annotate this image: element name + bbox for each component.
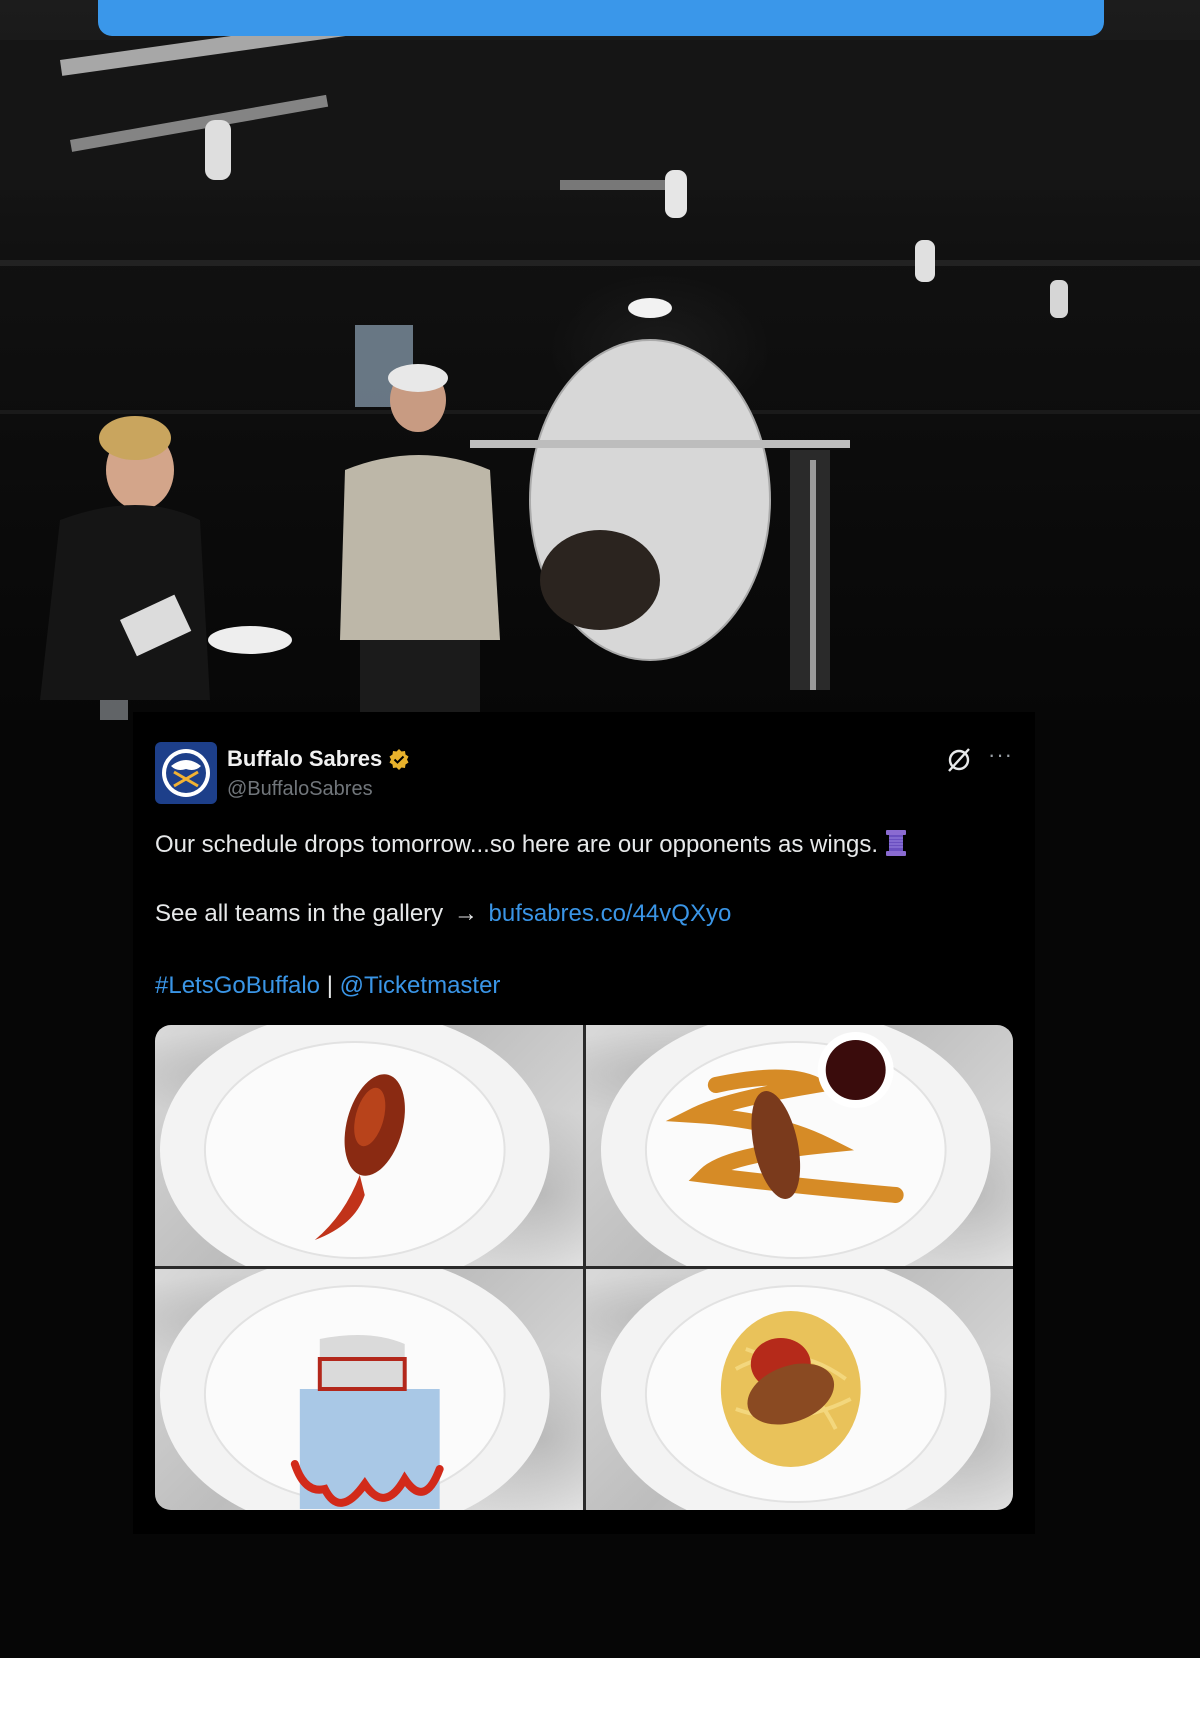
wing-on-spaghetti-plate-icon <box>600 1269 990 1510</box>
wing-bbq-glaze-plate-icon <box>160 1025 550 1266</box>
grok-icon[interactable] <box>945 746 973 774</box>
wing-with-sauce-dip-plate-icon <box>600 1025 990 1266</box>
handle[interactable]: @BuffaloSabres <box>227 778 373 801</box>
top-blue-banner <box>98 0 1104 36</box>
media-gallery <box>155 1025 1013 1510</box>
studio-scene-image <box>0 1 1200 720</box>
hashtag-link[interactable]: #LetsGoBuffalo <box>155 972 320 999</box>
right-arrow-icon: → <box>453 900 478 927</box>
gallery-prompt-text: See all teams in the gallery <box>155 900 444 927</box>
media-image-4[interactable] <box>585 1269 1013 1510</box>
verified-badge-icon <box>389 749 409 770</box>
separator: | <box>326 972 333 999</box>
media-image-3[interactable] <box>155 1269 583 1510</box>
thread-spool-emoji-icon <box>886 830 907 856</box>
media-image-1[interactable] <box>155 1025 583 1266</box>
tweet-text-line2: See all teams in the gallery → bufsabres… <box>155 900 731 928</box>
video-frame: Buffalo Sabres @BuffaloSabres ··· Our sc… <box>0 0 1200 1658</box>
tweet-card[interactable]: Buffalo Sabres @BuffaloSabres ··· Our sc… <box>133 712 1035 1534</box>
tweet-text-line3: #LetsGoBuffalo | @Ticketmaster <box>155 972 500 1000</box>
mention-link[interactable]: @Ticketmaster <box>340 972 501 999</box>
display-name-text[interactable]: Buffalo Sabres <box>227 746 382 772</box>
media-image-2[interactable] <box>585 1025 1013 1266</box>
more-options-icon[interactable]: ··· <box>988 742 1013 768</box>
ice-rink-net-plate-icon <box>160 1269 550 1510</box>
tweet-text-line1: Our schedule drops tomorrow...so here ar… <box>155 828 908 859</box>
gallery-link[interactable]: bufsabres.co/44vQXyo <box>489 900 732 927</box>
tweet-text-schedule: Our schedule drops tomorrow...so here ar… <box>155 831 879 858</box>
background-studio-photo <box>0 0 1200 720</box>
display-name[interactable]: Buffalo Sabres <box>227 746 410 772</box>
sabres-logo-avatar[interactable] <box>155 742 217 804</box>
